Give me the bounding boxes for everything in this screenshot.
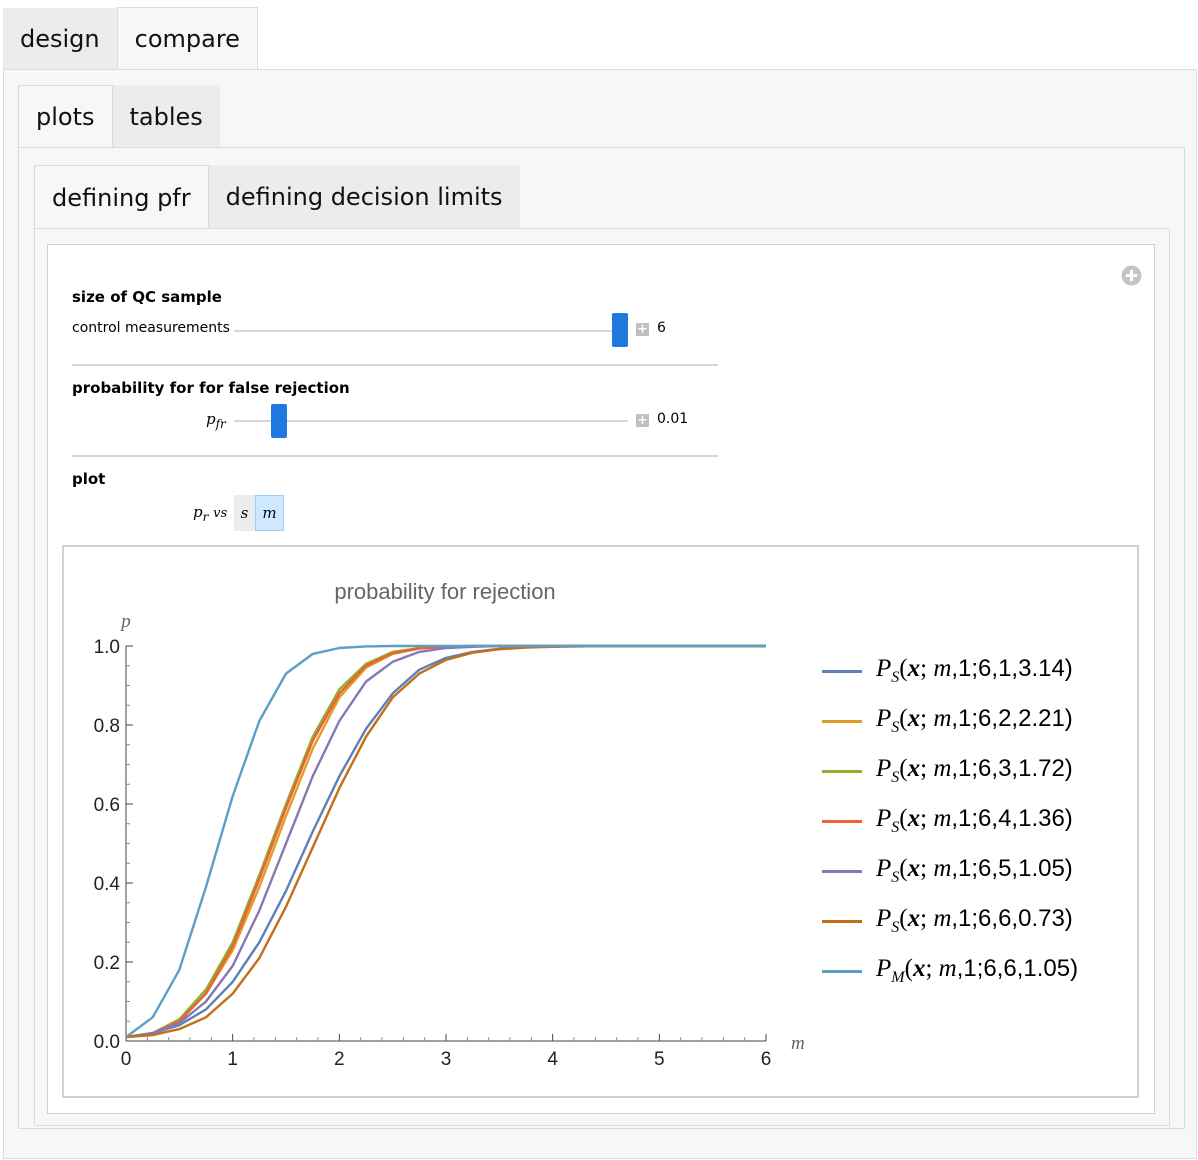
expand-slider-icon[interactable]: + (636, 414, 649, 427)
legend-label: PS(x; m,1;6,6,0.73) (876, 905, 1073, 936)
legend-item: PS(x; m,1;6,1,3.14) (822, 655, 1073, 686)
control-measurements-slider-thumb[interactable] (612, 313, 628, 347)
plot-option-m[interactable]: m (255, 495, 284, 531)
legend-label: PS(x; m,1;6,1,3.14) (876, 655, 1073, 686)
legend-swatch (822, 919, 862, 923)
legend-item: PM(x; m,1;6,6,1.05) (822, 955, 1079, 986)
legend-swatch (822, 719, 862, 723)
tab-plots[interactable]: plots (18, 85, 113, 148)
legend-item: PS(x; m,1;6,3,1.72) (822, 755, 1073, 786)
qc-sample-title: size of QC sample (72, 288, 222, 306)
y-tick-label: 0.8 (94, 716, 120, 737)
control-measurements-value: 6 (657, 320, 666, 336)
view-tab-bar: plots tables (18, 85, 220, 148)
y-tick-label: 0.0 (94, 1032, 120, 1053)
pfr-title: probability for for false rejection (72, 379, 350, 397)
y-tick-label: 0.2 (94, 953, 120, 974)
legend-label: PS(x; m,1;6,5,1.05) (876, 855, 1073, 886)
x-tick-label: 4 (547, 1049, 558, 1070)
x-tick-label: 5 (654, 1049, 665, 1070)
divider (72, 364, 718, 366)
legend-swatch (822, 819, 862, 823)
tab-defining-pfr[interactable]: defining pfr (34, 165, 209, 229)
tab-defining-decision-limits[interactable]: defining decision limits (208, 165, 520, 229)
pfr-value: 0.01 (657, 411, 689, 427)
plot-option-s[interactable]: s (234, 495, 255, 531)
plot-axis-label: pr vs (193, 503, 228, 524)
legend-item: PS(x; m,1;6,2,2.21) (822, 705, 1073, 736)
series-line-5 (125, 644, 766, 1039)
legend-swatch (822, 669, 862, 673)
pfr-slider-track[interactable] (234, 420, 628, 422)
tab-tables[interactable]: tables (112, 85, 220, 148)
legend-swatch (822, 969, 862, 973)
control-measurements-label: control measurements (72, 320, 230, 336)
tab-compare[interactable]: compare (116, 7, 258, 70)
legend-label: PM(x; m,1;6,6,1.05) (876, 955, 1079, 986)
y-tick-label: 0.6 (94, 795, 120, 816)
x-tick-label: 1 (227, 1049, 238, 1070)
y-axis-label: p (119, 611, 131, 632)
legend-item: PS(x; m,1;6,6,0.73) (822, 905, 1073, 936)
x-axis-label: m (791, 1033, 805, 1054)
legend-swatch (822, 869, 862, 873)
legend-item: PS(x; m,1;6,5,1.05) (822, 855, 1073, 886)
pfr-slider-thumb[interactable] (271, 404, 287, 438)
x-tick-label: 6 (761, 1049, 772, 1070)
expand-slider-icon[interactable]: + (636, 323, 649, 336)
top-tab-bar: design compare (3, 7, 258, 70)
y-tick-label: 1.0 (94, 637, 120, 658)
legend-item: PS(x; m,1;6,4,1.36) (822, 805, 1073, 836)
plot-title: plot (72, 470, 106, 488)
x-tick-label: 2 (334, 1049, 345, 1070)
y-tick-label: 0.4 (94, 874, 121, 895)
tab-design[interactable]: design (3, 8, 117, 70)
legend-label: PS(x; m,1;6,2,2.21) (876, 705, 1073, 736)
x-tick-label: 0 (121, 1049, 132, 1070)
chart-title: probability for rejection (334, 579, 555, 604)
divider (72, 455, 718, 457)
definition-tab-bar: defining pfr defining decision limits (34, 165, 520, 229)
legend-swatch (822, 769, 862, 773)
pfr-label: pfr (206, 410, 226, 431)
legend-label: PS(x; m,1;6,4,1.36) (876, 805, 1073, 836)
add-icon[interactable] (1121, 265, 1142, 286)
legend-label: PS(x; m,1;6,3,1.72) (876, 755, 1073, 786)
x-tick-label: 3 (441, 1049, 452, 1070)
control-measurements-slider-track[interactable] (234, 330, 628, 332)
